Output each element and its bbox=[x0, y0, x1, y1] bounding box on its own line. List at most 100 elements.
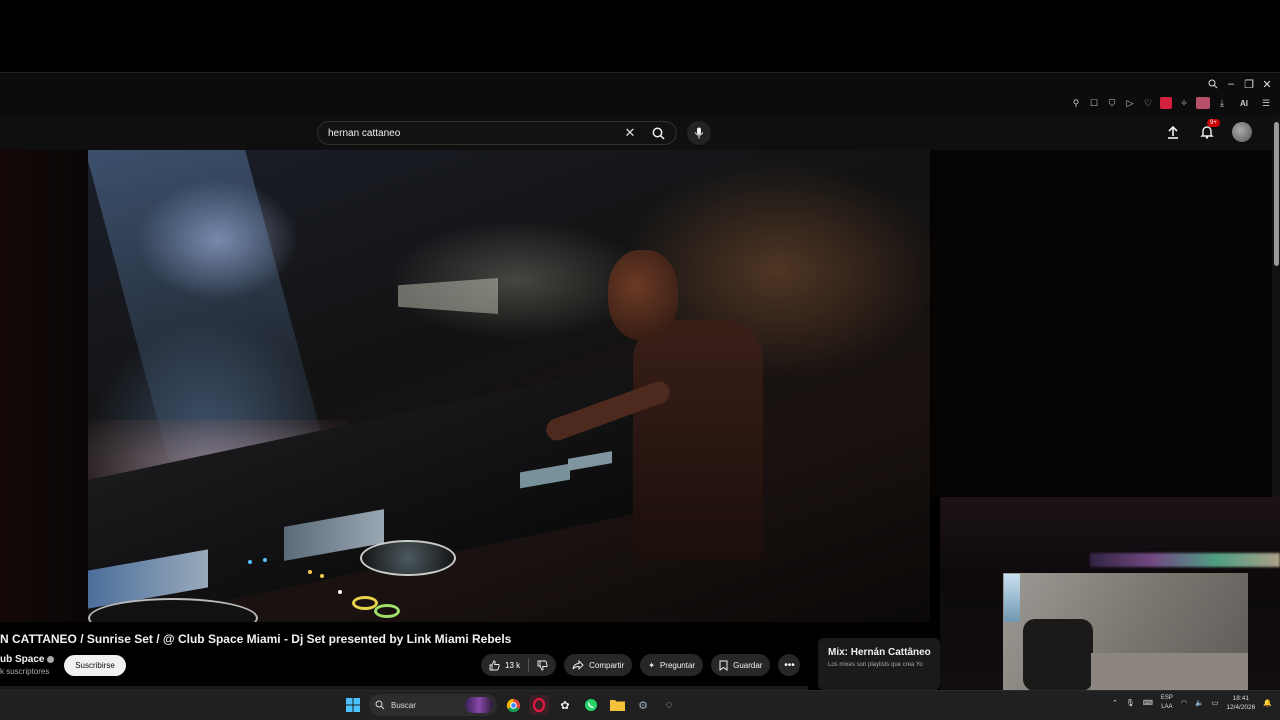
thumbs-down-icon bbox=[537, 660, 548, 670]
settings-icon[interactable]: ⚙ bbox=[633, 695, 653, 715]
search-highlight-art bbox=[465, 697, 493, 713]
tray-chevron-icon[interactable]: ⌃ bbox=[1112, 699, 1118, 707]
extensions-row: ⚲ ☐ ⛉ ▷ ♡ ✧ ⤓ AI ☰ bbox=[1070, 97, 1272, 109]
restore-icon[interactable]: ❐ bbox=[1242, 77, 1256, 91]
clock-date: 12/4/2026 bbox=[1226, 704, 1256, 711]
taskbar-apps: Buscar ✿ ⚙ ◌ bbox=[343, 694, 679, 716]
like-dislike-group: 13 k bbox=[481, 654, 557, 676]
video-player[interactable] bbox=[88, 150, 930, 622]
right-backdrop bbox=[930, 150, 1272, 497]
pink-extension-icon[interactable] bbox=[1196, 97, 1210, 109]
share-label: Compartir bbox=[589, 660, 625, 670]
like-count: 13 k bbox=[505, 660, 521, 670]
keyboard-layout: LAA bbox=[1161, 704, 1173, 710]
console-light bbox=[338, 590, 342, 594]
close-window-icon[interactable]: ✕ bbox=[1260, 77, 1274, 91]
notification-center-icon[interactable]: 🔔 bbox=[1263, 699, 1272, 707]
search-icon bbox=[652, 127, 665, 140]
search-bar[interactable]: hernan cattaneo ✕ bbox=[317, 121, 677, 145]
chrome-icon[interactable] bbox=[503, 695, 523, 715]
shield-icon[interactable]: ⛉ bbox=[1106, 97, 1118, 109]
window-controls: – ❐ ✕ bbox=[1206, 77, 1274, 91]
chatgpt-icon[interactable]: ✿ bbox=[555, 695, 575, 715]
channel-name[interactable]: ub Space bbox=[0, 654, 44, 665]
clear-search-icon[interactable]: ✕ bbox=[620, 125, 640, 141]
subscriber-count: k suscriptores bbox=[0, 667, 50, 676]
share-button[interactable]: Compartir bbox=[564, 654, 633, 676]
jog-wheel bbox=[360, 540, 456, 576]
search-input[interactable]: hernan cattaneo bbox=[318, 128, 620, 139]
system-tray: ⌃ 🎙 ⌨ ESP LAA ◠ 🔈 ▭ 18:41 12/4/2026 🔔 bbox=[1112, 694, 1272, 712]
led-light-strip bbox=[1090, 553, 1280, 567]
pin-icon[interactable]: ⚲ bbox=[1070, 97, 1082, 109]
room-sofa bbox=[1091, 653, 1248, 690]
share-icon bbox=[572, 660, 584, 670]
dj-body bbox=[633, 320, 763, 560]
dj-figure bbox=[543, 250, 763, 560]
dislike-button[interactable] bbox=[529, 654, 556, 676]
channel-name-row[interactable]: ub Space bbox=[0, 654, 55, 665]
clock-time: 18:41 bbox=[1232, 695, 1249, 702]
more-actions-button[interactable]: ••• bbox=[778, 654, 801, 676]
header-actions: 9+ bbox=[1164, 119, 1252, 142]
volume-icon[interactable]: 🔈 bbox=[1195, 699, 1204, 707]
microphone-icon bbox=[694, 127, 704, 139]
ask-label: Preguntar bbox=[659, 660, 696, 670]
video-actions: 13 k Compartir ✦ Preguntar Guardar ••• bbox=[481, 654, 801, 676]
app-icon[interactable]: ◌ bbox=[659, 695, 679, 715]
save-button[interactable]: Guardar bbox=[711, 654, 771, 676]
battery-icon[interactable]: ▭ bbox=[1212, 699, 1219, 707]
browser-search-icon[interactable] bbox=[1206, 77, 1220, 91]
voice-search-button[interactable] bbox=[687, 121, 711, 145]
video-title: N CATTANEO / Sunrise Set / @ Club Space … bbox=[0, 632, 512, 646]
browser-toolbar bbox=[0, 73, 1280, 116]
wifi-icon[interactable]: ◠ bbox=[1181, 699, 1187, 707]
dj-head bbox=[608, 250, 678, 340]
notification-badge: 9+ bbox=[1207, 119, 1220, 127]
search-button[interactable] bbox=[640, 122, 676, 144]
mix-playlist-card[interactable]: Mix: Hernán Cattâneo Los mixes son playl… bbox=[818, 638, 940, 690]
whatsapp-icon[interactable] bbox=[581, 695, 601, 715]
microphone-tray-icon[interactable]: 🎙 bbox=[1126, 699, 1135, 707]
ask-button[interactable]: ✦ Preguntar bbox=[640, 654, 704, 676]
room-window bbox=[1004, 574, 1020, 622]
save-label: Guardar bbox=[733, 660, 763, 670]
language-indicator[interactable]: ESP LAA bbox=[1161, 694, 1173, 712]
puzzle-icon[interactable]: ✧ bbox=[1178, 97, 1190, 109]
menu-icon[interactable]: ☰ bbox=[1260, 97, 1272, 109]
console-light bbox=[320, 574, 324, 578]
scrollbar-thumb[interactable] bbox=[1274, 122, 1279, 266]
notifications-icon[interactable]: 9+ bbox=[1198, 119, 1220, 141]
opera-icon[interactable] bbox=[529, 695, 549, 715]
taskbar-search-icon bbox=[375, 700, 385, 710]
top-black-area bbox=[0, 0, 1280, 72]
green-knob-ring bbox=[374, 604, 400, 618]
mix-title: Mix: Hernán Cattâneo bbox=[828, 647, 931, 658]
red-extension-icon[interactable] bbox=[1160, 97, 1172, 109]
bookmark-icon[interactable]: ☐ bbox=[1088, 97, 1100, 109]
webcam-room bbox=[1003, 573, 1248, 690]
download-icon[interactable]: ⤓ bbox=[1216, 97, 1228, 109]
upload-icon[interactable] bbox=[1164, 123, 1182, 141]
left-backdrop bbox=[0, 150, 88, 622]
heart-icon[interactable]: ♡ bbox=[1142, 97, 1154, 109]
subscribe-button[interactable]: Suscribirse bbox=[64, 655, 126, 676]
room-chair bbox=[1023, 619, 1093, 690]
language-code: ESP bbox=[1160, 695, 1173, 701]
play-icon[interactable]: ▷ bbox=[1124, 97, 1136, 109]
minimize-icon[interactable]: – bbox=[1224, 77, 1238, 91]
like-button[interactable]: 13 k bbox=[481, 654, 528, 676]
windows-start-icon[interactable] bbox=[343, 695, 363, 715]
taskbar-search[interactable]: Buscar bbox=[369, 694, 497, 716]
file-explorer-icon[interactable] bbox=[607, 695, 627, 715]
thumbs-up-icon bbox=[489, 660, 500, 670]
avatar[interactable] bbox=[1232, 122, 1252, 142]
console-light bbox=[263, 558, 267, 562]
mix-subtitle: Los mixes son playlists que crea Yo bbox=[828, 662, 923, 668]
keyboard-icon[interactable]: ⌨ bbox=[1143, 699, 1153, 707]
verified-icon bbox=[47, 655, 55, 663]
console-light bbox=[308, 570, 312, 574]
bookmark-save-icon bbox=[719, 660, 728, 671]
ai-extension-icon[interactable]: AI bbox=[1234, 97, 1254, 109]
clock[interactable]: 18:41 12/4/2026 bbox=[1226, 694, 1255, 712]
